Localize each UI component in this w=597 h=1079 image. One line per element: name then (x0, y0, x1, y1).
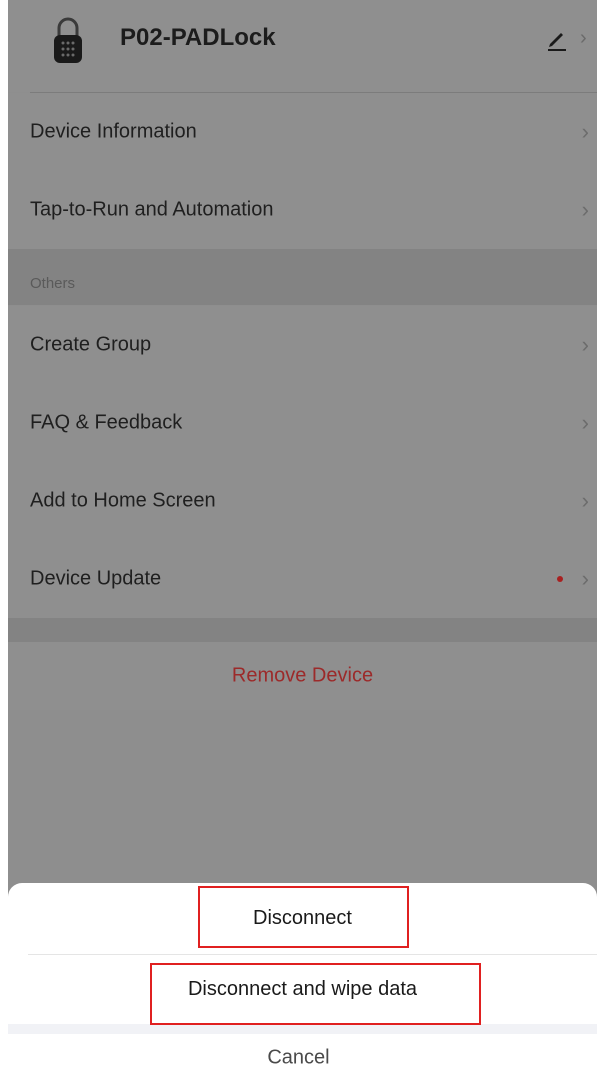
remove-device-button[interactable]: Remove Device (8, 642, 597, 710)
sheet-gap (8, 1024, 597, 1034)
menu-item-device-update[interactable]: Device Update › (8, 540, 597, 618)
menu-item-tap-to-run[interactable]: Tap-to-Run and Automation › (8, 171, 597, 249)
highlight-box-disconnect (198, 886, 409, 948)
section-others-header (8, 249, 597, 305)
remove-device-label: Remove Device (231, 664, 374, 687)
menu-item-add-to-home-screen[interactable]: Add to Home Screen › (8, 462, 597, 540)
section-gap (8, 618, 597, 642)
menu-item-create-group[interactable]: Create Group › (8, 306, 597, 384)
menu-item-device-information[interactable]: Device Information › (8, 93, 597, 171)
cancel-button[interactable]: Cancel (0, 1047, 597, 1070)
menu-item-label: Device Information (30, 120, 197, 143)
chevron-right-icon: › (581, 488, 589, 513)
device-name: P02-PADLock (120, 24, 276, 51)
section-title-others: Others (30, 275, 76, 292)
chevron-right-icon: › (581, 410, 589, 435)
chevron-right-icon: › (581, 566, 589, 591)
chevron-right-icon: › (581, 197, 589, 222)
menu-item-label: Tap-to-Run and Automation (30, 198, 274, 221)
chevron-right-icon: › (581, 332, 589, 357)
chevron-right-icon: › (581, 119, 589, 144)
menu-item-label: Add to Home Screen (30, 489, 216, 512)
menu-item-label: Create Group (30, 333, 152, 356)
menu-item-faq-feedback[interactable]: FAQ & Feedback › (8, 384, 597, 462)
update-badge-dot (557, 576, 563, 582)
menu-item-label: FAQ & Feedback (30, 411, 183, 434)
chevron-right-icon: › (580, 27, 587, 49)
highlight-box-disconnect-wipe (150, 963, 481, 1025)
pencil-icon[interactable] (544, 26, 570, 52)
device-header[interactable]: P02-PADLock › (8, 0, 597, 92)
padlock-icon (54, 17, 82, 63)
screen: P02-PADLock › Device Information › Tap-t… (0, 0, 597, 1079)
menu-item-label: Device Update (30, 567, 162, 590)
